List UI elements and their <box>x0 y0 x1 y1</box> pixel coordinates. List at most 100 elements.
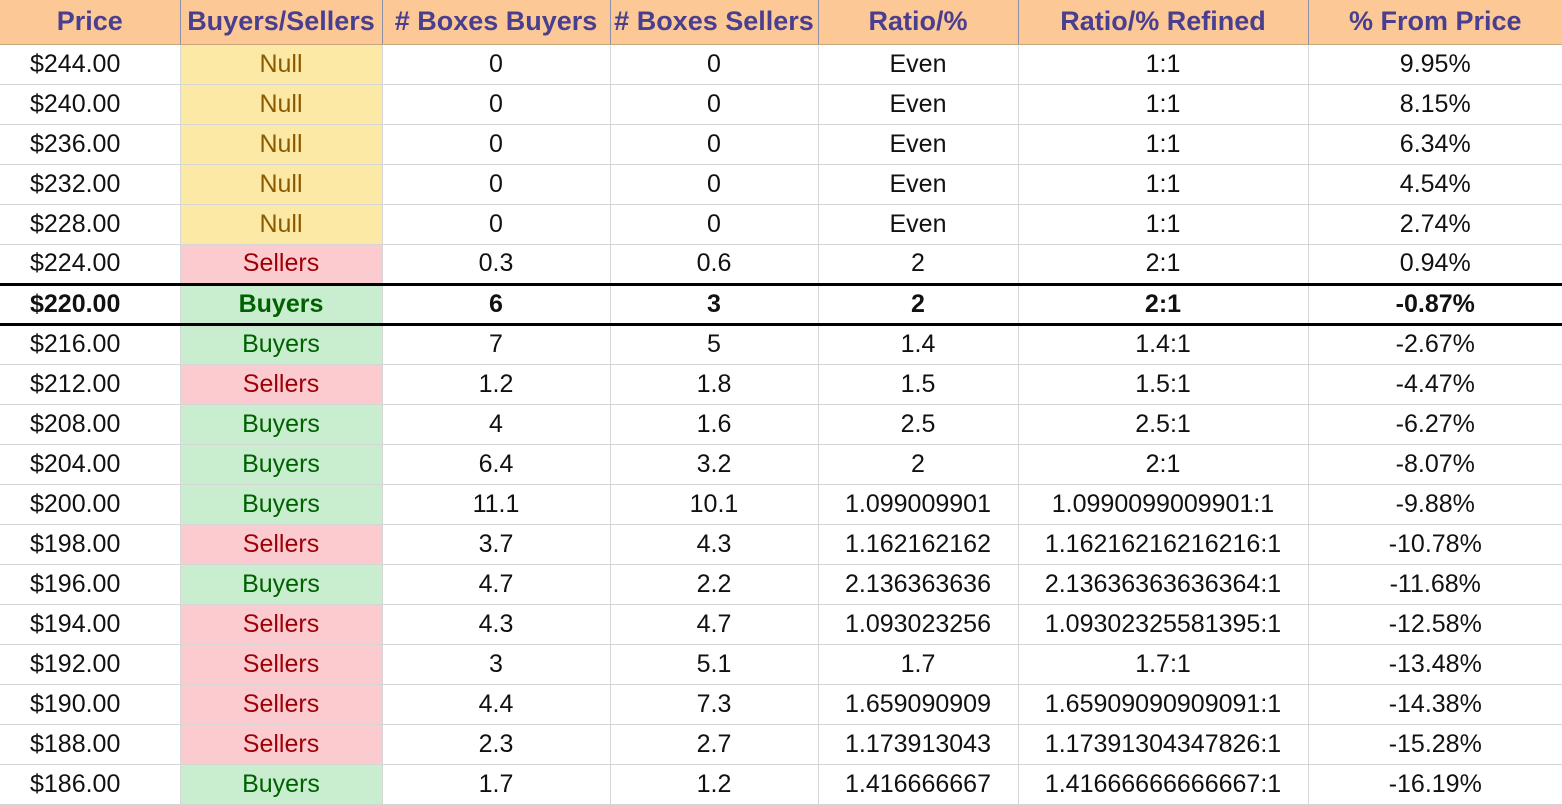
price-cell: $220.00 <box>0 282 181 326</box>
boxes-buyers-header: # Boxes Buyers <box>382 0 611 45</box>
price-cell: $232.00 <box>0 164 181 205</box>
ratio-refined-cell: 1.65909090909091:1 <box>1018 684 1309 725</box>
from-price-cell: -0.87% <box>1308 282 1562 326</box>
boxes-buyers-cell: 0 <box>382 164 611 205</box>
ratio-cell: 2.136363636 <box>818 564 1019 605</box>
ratio-refined-cell: 2.5:1 <box>1018 404 1309 445</box>
price-cell: $194.00 <box>0 604 181 645</box>
buyers-sellers-cell: Buyers <box>180 564 383 605</box>
table-row: $196.00 Buyers 4.7 2.2 2.136363636 2.13636363… <box>0 564 1562 605</box>
table-body: $244.00 Null 0 0 Even 1:1 9.95% $240.00 Null 0 0 Ev… <box>0 44 1562 805</box>
table-row: $240.00 Null 0 0 Even 1:1 8.15% <box>0 84 1562 125</box>
from-price-cell: 0.94% <box>1308 244 1562 285</box>
boxes-buyers-cell: 0 <box>382 44 611 85</box>
table-row: $244.00 Null 0 0 Even 1:1 9.95% <box>0 44 1562 85</box>
ratio-refined-cell: 2:1 <box>1018 444 1309 485</box>
table-row: $194.00 Sellers 4.3 4.7 1.093023256 1.0930232… <box>0 604 1562 645</box>
from-price-cell: -2.67% <box>1308 324 1562 365</box>
boxes-sellers-cell: 3.2 <box>610 444 819 485</box>
buyers-sellers-cell: Sellers <box>180 244 383 285</box>
from-price-cell: -9.88% <box>1308 484 1562 525</box>
table-row: $186.00 Buyers 1.7 1.2 1.416666667 1.41666666… <box>0 764 1562 805</box>
buyers-sellers-cell: Buyers <box>180 764 383 805</box>
from-price-cell: -16.19% <box>1308 764 1562 805</box>
table-row: $208.00 Buyers 4 1.6 2.5 2.5:1 -6.27% <box>0 404 1562 445</box>
ratio-cell: Even <box>818 124 1019 165</box>
buyers-sellers-cell: Sellers <box>180 724 383 765</box>
boxes-sellers-cell: 0 <box>610 164 819 205</box>
buyers-sellers-cell: Null <box>180 84 383 125</box>
price-cell: $240.00 <box>0 84 181 125</box>
boxes-buyers-cell: 6 <box>382 282 611 326</box>
ratio-refined-cell: 2:1 <box>1018 244 1309 285</box>
boxes-buyers-cell: 2.3 <box>382 724 611 765</box>
ratio-refined-cell: 1:1 <box>1018 84 1309 125</box>
boxes-sellers-cell: 7.3 <box>610 684 819 725</box>
table-row: $200.00 Buyers 11.1 10.1 1.099009901 1.099009… <box>0 484 1562 525</box>
from-price-cell: 6.34% <box>1308 124 1562 165</box>
boxes-buyers-cell: 0 <box>382 84 611 125</box>
price-cell: $198.00 <box>0 524 181 565</box>
boxes-sellers-cell: 5.1 <box>610 644 819 685</box>
ratio-cell: 2 <box>818 282 1019 326</box>
ratio-cell: Even <box>818 204 1019 245</box>
ratio-refined-cell: 1.0990099009901:1 <box>1018 484 1309 525</box>
price-cell: $196.00 <box>0 564 181 605</box>
ratio-refined-cell: 1.4:1 <box>1018 324 1309 365</box>
table-row: $228.00 Null 0 0 Even 1:1 2.74% <box>0 204 1562 245</box>
table-row: $190.00 Sellers 4.4 7.3 1.659090909 1.6590909… <box>0 684 1562 725</box>
table-row-current-price: $220.00 Buyers 6 3 2 2:1 -0.87% <box>0 282 1562 326</box>
boxes-buyers-cell: 1.7 <box>382 764 611 805</box>
ratio-refined-cell: 1:1 <box>1018 204 1309 245</box>
price-cell: $190.00 <box>0 684 181 725</box>
from-price-cell: -12.58% <box>1308 604 1562 645</box>
table-row: $188.00 Sellers 2.3 2.7 1.173913043 1.1739130… <box>0 724 1562 765</box>
price-cell: $224.00 <box>0 244 181 285</box>
table-row: $198.00 Sellers 3.7 4.3 1.162162162 1.1621621… <box>0 524 1562 565</box>
ratio-cell: 1.093023256 <box>818 604 1019 645</box>
ratio-header: Ratio/% <box>818 0 1019 45</box>
price-header: Price <box>0 0 181 45</box>
buyers-sellers-cell: Buyers <box>180 444 383 485</box>
from-price-cell: -15.28% <box>1308 724 1562 765</box>
from-price-cell: -10.78% <box>1308 524 1562 565</box>
ratio-refined-cell: 1:1 <box>1018 124 1309 165</box>
ratio-cell: Even <box>818 84 1019 125</box>
price-cell: $192.00 <box>0 644 181 685</box>
ratio-cell: 2.5 <box>818 404 1019 445</box>
buyers-sellers-cell: Null <box>180 124 383 165</box>
boxes-sellers-cell: 3 <box>610 282 819 326</box>
price-cell: $200.00 <box>0 484 181 525</box>
ratio-cell: 1.416666667 <box>818 764 1019 805</box>
ratio-refined-cell: 1:1 <box>1018 164 1309 205</box>
boxes-sellers-cell: 0 <box>610 84 819 125</box>
price-cell: $186.00 <box>0 764 181 805</box>
table-row: $212.00 Sellers 1.2 1.8 1.5 1.5:1 -4.47% <box>0 364 1562 405</box>
header-row: Price Buyers/Sellers # Boxes Buyers # Bo… <box>0 0 1562 45</box>
buyers-sellers-cell: Buyers <box>180 324 383 365</box>
price-cell: $188.00 <box>0 724 181 765</box>
ratio-refined-cell: 2:1 <box>1018 282 1309 326</box>
price-cell: $208.00 <box>0 404 181 445</box>
boxes-sellers-cell: 0.6 <box>610 244 819 285</box>
from-price-cell: 4.54% <box>1308 164 1562 205</box>
from-price-cell: -14.38% <box>1308 684 1562 725</box>
boxes-buyers-cell: 11.1 <box>382 484 611 525</box>
boxes-sellers-cell: 0 <box>610 124 819 165</box>
from-price-cell: -11.68% <box>1308 564 1562 605</box>
boxes-buyers-cell: 0 <box>382 204 611 245</box>
price-cell: $212.00 <box>0 364 181 405</box>
boxes-sellers-cell: 4.3 <box>610 524 819 565</box>
buyers-sellers-cell: Sellers <box>180 644 383 685</box>
boxes-sellers-cell: 4.7 <box>610 604 819 645</box>
boxes-buyers-cell: 4.3 <box>382 604 611 645</box>
from-price-cell: -8.07% <box>1308 444 1562 485</box>
boxes-buyers-cell: 1.2 <box>382 364 611 405</box>
table-row: $204.00 Buyers 6.4 3.2 2 2:1 -8.07% <box>0 444 1562 485</box>
boxes-sellers-cell: 2.2 <box>610 564 819 605</box>
from-price-cell: 2.74% <box>1308 204 1562 245</box>
table-row: $236.00 Null 0 0 Even 1:1 6.34% <box>0 124 1562 165</box>
price-cell: $236.00 <box>0 124 181 165</box>
ratio-refined-cell: 1:1 <box>1018 44 1309 85</box>
boxes-buyers-cell: 4 <box>382 404 611 445</box>
